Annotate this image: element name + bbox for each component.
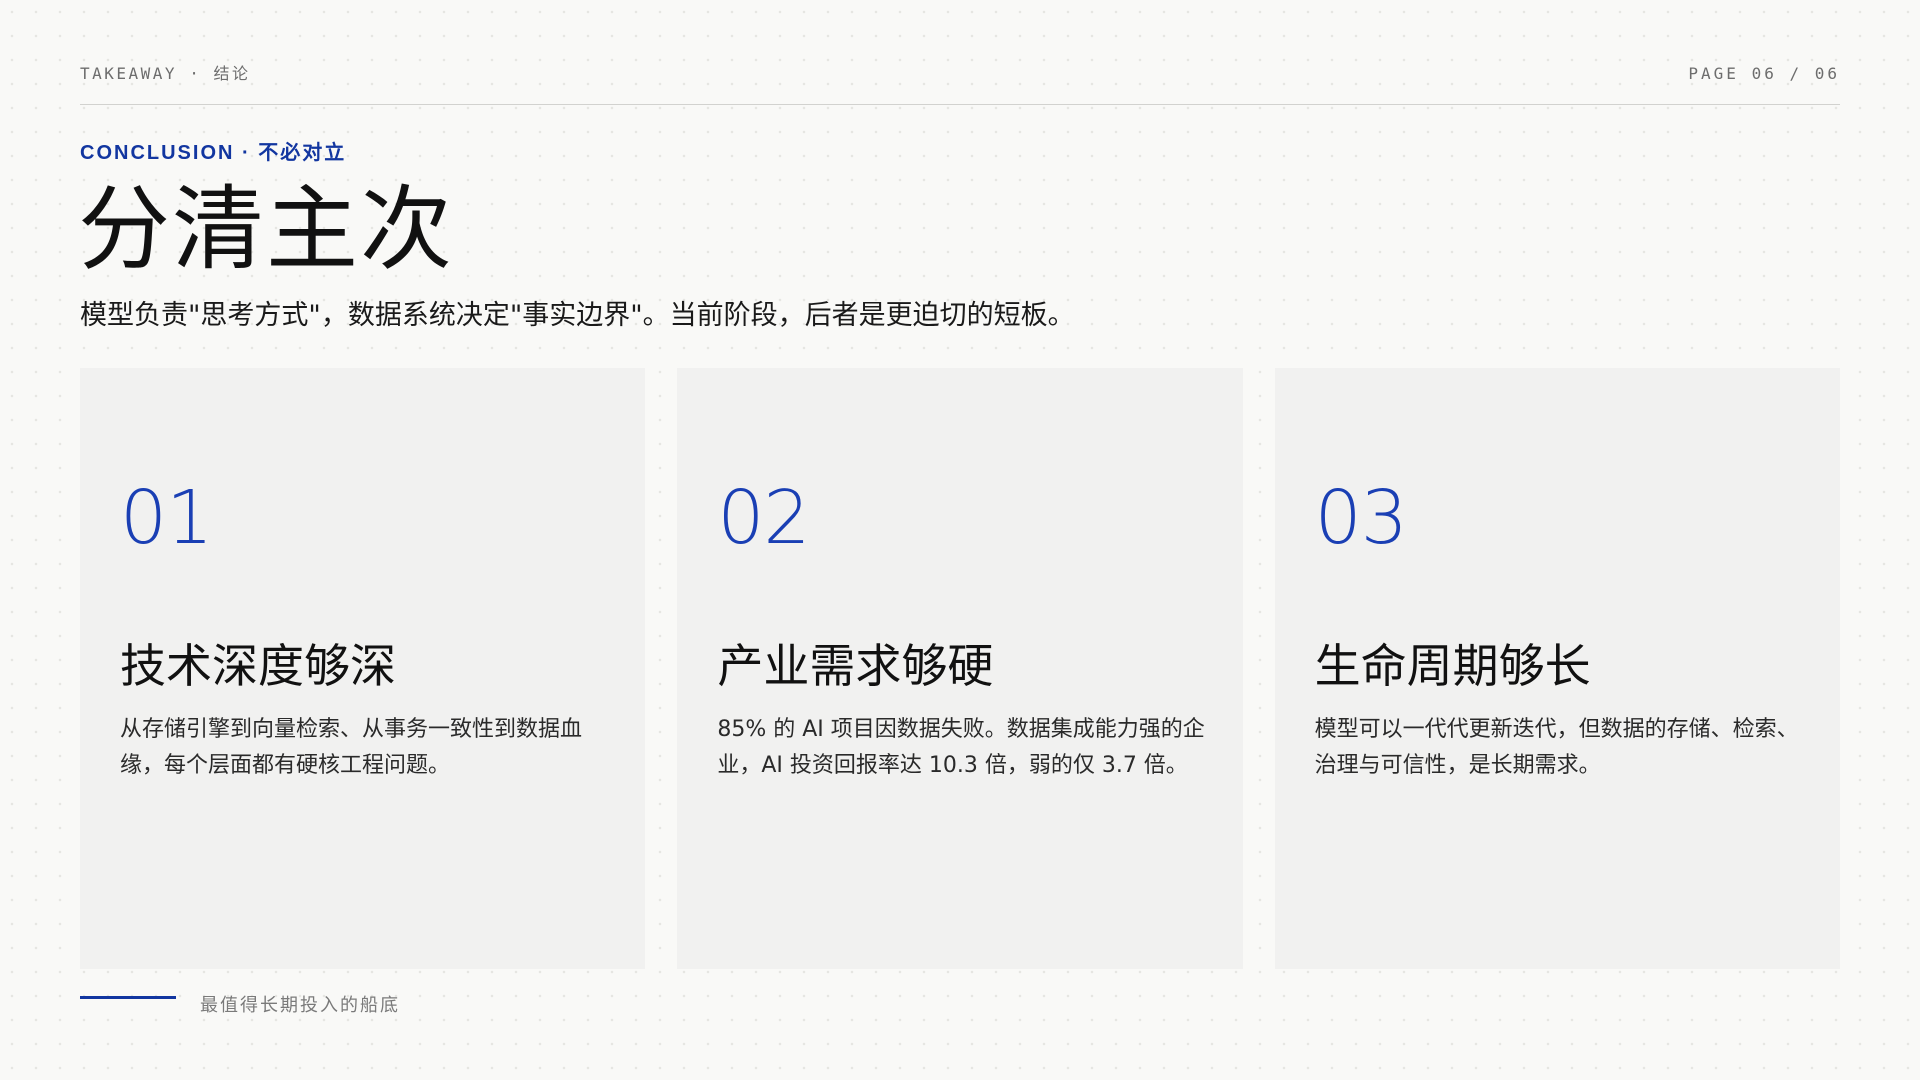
cards-row: 01 技术深度够深 从存储引擎到向量检索、从事务一致性到数据血缘，每个层面都有硬… — [80, 368, 1840, 969]
card-2: 02 产业需求够硬 85% 的 AI 项目因数据失败。数据集成能力强的企业，AI… — [677, 368, 1243, 969]
card-1: 01 技术深度够深 从存储引擎到向量检索、从事务一致性到数据血缘，每个层面都有硬… — [80, 368, 646, 969]
footer: 最值得长期投入的船底 — [80, 990, 400, 1018]
page-subtitle: 模型负责"思考方式"，数据系统决定"事实边界"。当前阶段，后者是更迫切的短板。 — [80, 300, 1075, 331]
page-indicator: PAGE 06 / 06 — [1688, 64, 1840, 83]
top-bar: TAKEAWAY · 结论 PAGE 06 / 06 — [80, 62, 1840, 105]
footer-accent-line — [80, 995, 176, 999]
card-title: 生命周期够长 — [1314, 639, 1591, 693]
card-title: 技术深度够深 — [120, 639, 396, 693]
section-label: TAKEAWAY · 结论 — [80, 64, 251, 83]
card-body: 85% 的 AI 项目因数据失败。数据集成能力强的企业，AI 投资回报率达 10… — [717, 717, 1205, 778]
card-body: 模型可以一代代更新迭代，但数据的存储、检索、治理与可信性，是长期需求。 — [1314, 717, 1799, 778]
page-title: 分清主次 — [78, 176, 455, 283]
card-title: 产业需求够硬 — [717, 639, 994, 693]
eyebrow-label: CONCLUSION · 不必对立 — [80, 142, 347, 164]
card-number: 01 — [120, 475, 213, 561]
card-number: 02 — [717, 475, 810, 561]
card-3: 03 生命周期够长 模型可以一代代更新迭代，但数据的存储、检索、治理与可信性，是… — [1274, 368, 1840, 969]
card-number: 03 — [1314, 475, 1408, 561]
footer-caption: 最值得长期投入的船底 — [200, 995, 400, 1016]
card-body: 从存储引擎到向量检索、从事务一致性到数据血缘，每个层面都有硬核工程问题。 — [120, 717, 583, 778]
